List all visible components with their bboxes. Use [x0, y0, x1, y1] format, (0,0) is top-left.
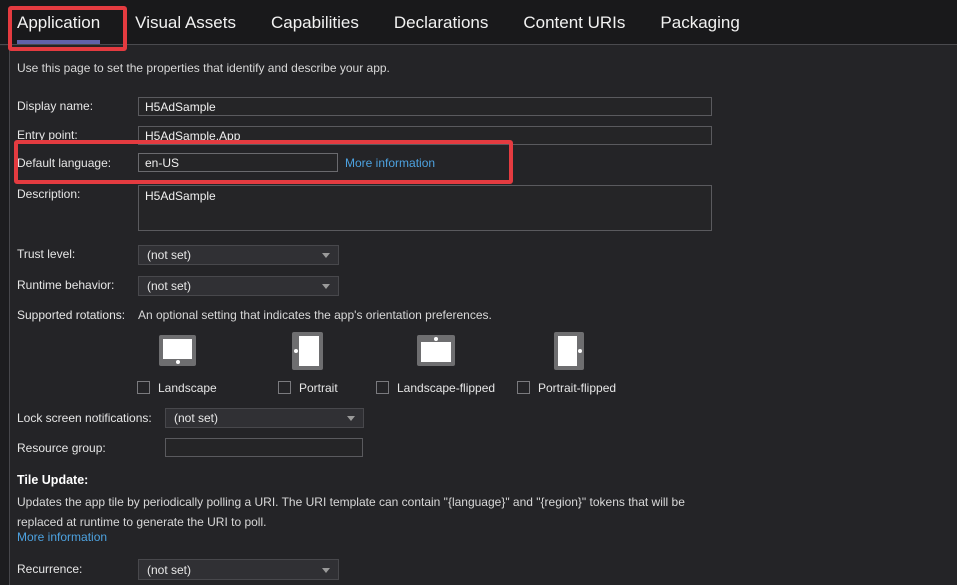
lock-screen-notifications-label: Lock screen notifications:: [17, 411, 152, 425]
trust-level-dropdown[interactable]: (not set): [138, 245, 339, 265]
tile-update-heading: Tile Update:: [17, 473, 88, 487]
landscape-flipped-checkbox-label: Landscape-flipped: [397, 381, 495, 395]
portrait-checkbox[interactable]: [278, 381, 291, 394]
tablet-portrait-flipped-icon: [554, 332, 584, 370]
display-name-label: Display name:: [17, 99, 93, 113]
entry-point-input[interactable]: [138, 126, 712, 145]
panel-left-edge: [0, 46, 10, 585]
tile-update-description: Updates the app tile by periodically pol…: [17, 492, 709, 532]
tablet-landscape-icon: [159, 335, 196, 366]
tab-visual-assets[interactable]: Visual Assets: [135, 0, 236, 45]
description-label: Description:: [17, 187, 80, 201]
recurrence-value: (not set): [147, 563, 191, 577]
tab-content-uris[interactable]: Content URIs: [523, 0, 625, 45]
lock-screen-notifications-dropdown[interactable]: (not set): [165, 408, 364, 428]
tablet-portrait-icon: [292, 332, 323, 370]
tablet-landscape-flipped-icon: [417, 335, 455, 366]
resource-group-label: Resource group:: [17, 441, 106, 455]
default-language-input[interactable]: [138, 153, 338, 172]
resource-group-input[interactable]: [165, 438, 363, 457]
tab-packaging[interactable]: Packaging: [660, 0, 739, 45]
page-intro-text: Use this page to set the properties that…: [17, 61, 390, 75]
chevron-down-icon: [322, 253, 330, 258]
description-textarea[interactable]: H5AdSample: [138, 185, 712, 231]
recurrence-label: Recurrence:: [17, 562, 82, 576]
runtime-behavior-value: (not set): [147, 279, 191, 293]
runtime-behavior-label: Runtime behavior:: [17, 278, 114, 292]
lock-screen-notifications-value: (not set): [174, 411, 218, 425]
tile-update-more-information-link[interactable]: More information: [17, 530, 107, 544]
manifest-tab-bar: Application Visual Assets Capabilities D…: [0, 0, 957, 45]
trust-level-value: (not set): [147, 248, 191, 262]
tab-capabilities[interactable]: Capabilities: [271, 0, 359, 45]
chevron-down-icon: [347, 416, 355, 421]
landscape-checkbox-label: Landscape: [158, 381, 217, 395]
supported-rotations-label: Supported rotations:: [17, 308, 125, 322]
supported-rotations-hint: An optional setting that indicates the a…: [138, 308, 492, 322]
trust-level-label: Trust level:: [17, 247, 75, 261]
default-language-more-information-link[interactable]: More information: [345, 156, 435, 170]
chevron-down-icon: [322, 568, 330, 573]
entry-point-label: Entry point:: [17, 128, 78, 142]
tab-declarations[interactable]: Declarations: [394, 0, 489, 45]
chevron-down-icon: [322, 284, 330, 289]
app-manifest-designer: { "tabs": { "items": [ { "label": "Appli…: [0, 0, 957, 585]
portrait-flipped-checkbox-label: Portrait-flipped: [538, 381, 616, 395]
default-language-label: Default language:: [17, 156, 111, 170]
recurrence-dropdown[interactable]: (not set): [138, 559, 339, 580]
landscape-checkbox[interactable]: [137, 381, 150, 394]
runtime-behavior-dropdown[interactable]: (not set): [138, 276, 339, 296]
display-name-input[interactable]: [138, 97, 712, 116]
portrait-flipped-checkbox[interactable]: [517, 381, 530, 394]
tab-application[interactable]: Application: [17, 0, 100, 45]
portrait-checkbox-label: Portrait: [299, 381, 338, 395]
landscape-flipped-checkbox[interactable]: [376, 381, 389, 394]
